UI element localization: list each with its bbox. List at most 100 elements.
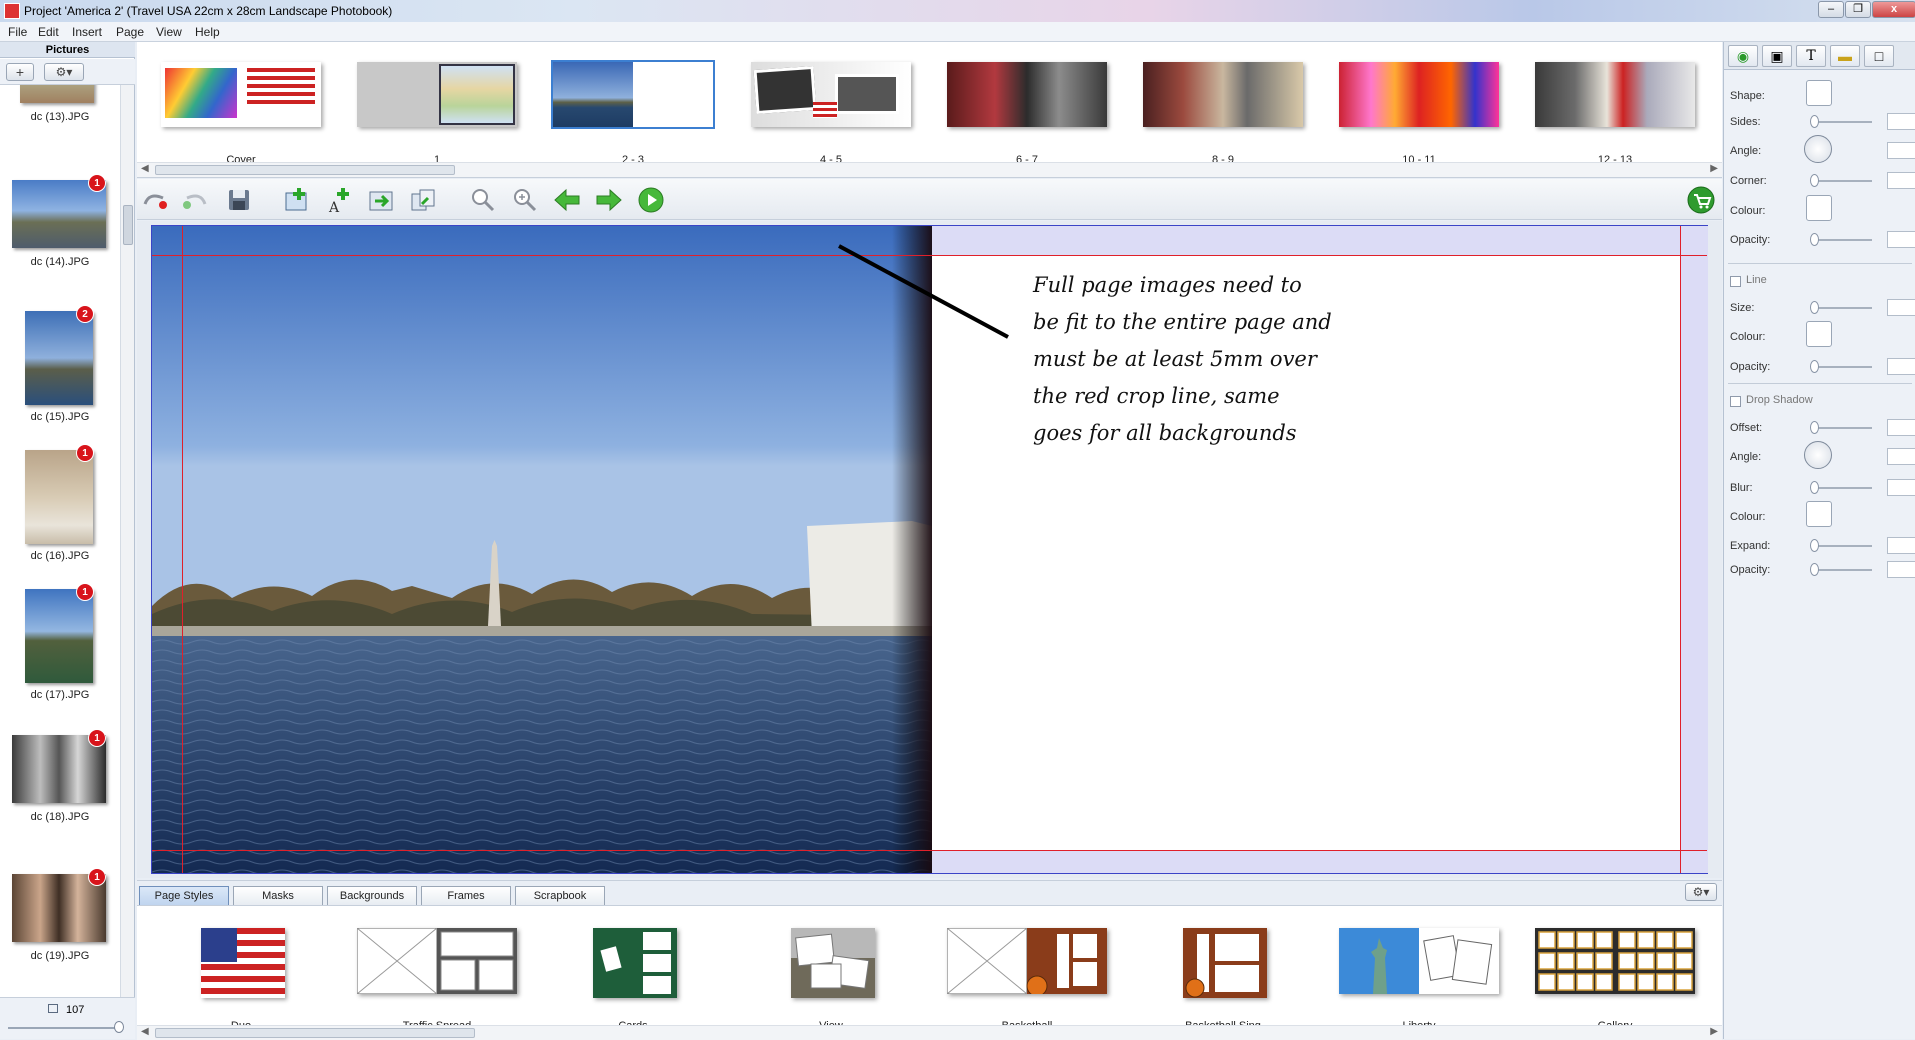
zoom-out-icon[interactable] <box>469 186 497 214</box>
style-basketball[interactable]: Basketball <box>947 926 1107 1032</box>
tab-scrapbook[interactable]: Scrapbook <box>515 886 605 906</box>
add-text-icon[interactable]: A <box>327 186 355 214</box>
style-thumbnail[interactable] <box>1339 928 1499 994</box>
shape-tab-icon[interactable]: ◉ <box>1728 45 1758 67</box>
shadow-offset-input[interactable] <box>1887 419 1915 436</box>
line-size-slider-knob[interactable] <box>1810 301 1819 314</box>
opacity-slider[interactable] <box>1812 239 1872 241</box>
menu-file[interactable]: File <box>8 25 27 39</box>
list-item[interactable]: 1 dc (19).JPG <box>0 868 120 984</box>
spread-2-3[interactable]: 2 - 3 <box>551 60 715 166</box>
zoom-in-icon[interactable] <box>511 186 539 214</box>
shadow-blur-input[interactable] <box>1887 479 1915 496</box>
angle-input[interactable] <box>1887 142 1915 159</box>
page-styles-scrollbar[interactable]: ◀ ▶ <box>137 1025 1722 1040</box>
pictures-scrollbar[interactable] <box>120 85 134 1015</box>
frame-tab-icon[interactable]: ▣ <box>1762 45 1792 67</box>
spread-cover[interactable]: Cover <box>161 62 321 166</box>
style-thumbnail[interactable] <box>1535 928 1695 994</box>
list-item[interactable]: dc (13).JPG <box>0 85 120 145</box>
shadow-opacity-slider[interactable] <box>1812 569 1872 571</box>
shadow-offset-slider[interactable] <box>1812 427 1872 429</box>
style-gallery[interactable]: Gallery <box>1535 926 1695 1032</box>
list-item[interactable]: 1 dc (16).JPG <box>0 444 120 562</box>
scroll-left-icon[interactable]: ◀ <box>141 1026 149 1037</box>
colour-swatch[interactable] <box>1806 195 1832 221</box>
spread-6-7[interactable]: 6 - 7 <box>947 62 1107 166</box>
shadow-expand-slider[interactable] <box>1812 545 1872 547</box>
style-view[interactable]: View <box>751 926 911 1032</box>
save-icon[interactable] <box>225 186 253 214</box>
shape-picker[interactable] <box>1806 80 1832 106</box>
list-item[interactable]: 2 dc (15).JPG <box>0 305 120 423</box>
spread-1[interactable]: 1 <box>357 62 517 166</box>
opacity-slider-knob[interactable] <box>1810 233 1819 246</box>
style-thumbnail[interactable] <box>201 928 285 998</box>
opacity-input[interactable] <box>1887 231 1915 248</box>
thumbnail-size-slider[interactable] <box>8 1027 120 1029</box>
next-page-icon[interactable] <box>595 186 623 214</box>
spread-8-9[interactable]: 8 - 9 <box>1143 62 1303 166</box>
page-tab-icon[interactable]: □ <box>1864 45 1894 67</box>
library-settings-button[interactable]: ⚙▾ <box>1685 883 1717 901</box>
scroll-right-icon[interactable]: ▶ <box>1710 1026 1718 1037</box>
corner-input[interactable] <box>1887 172 1915 189</box>
shadow-colour-swatch[interactable] <box>1806 501 1832 527</box>
menu-view[interactable]: View <box>156 25 182 39</box>
thumbnail-size-slider-knob[interactable] <box>114 1021 124 1033</box>
spread-4-5[interactable]: 4 - 5 <box>751 62 911 166</box>
add-picture-icon[interactable] <box>283 186 311 214</box>
line-checkbox[interactable] <box>1730 276 1741 287</box>
shadow-expand-input[interactable] <box>1887 537 1915 554</box>
text-tab-icon[interactable]: T <box>1796 45 1826 67</box>
style-liberty[interactable]: Liberty <box>1339 926 1499 1032</box>
spread-12-13[interactable]: 12 - 13 <box>1535 62 1695 166</box>
angle-dial[interactable] <box>1804 135 1832 163</box>
style-traffic-spread[interactable]: Traffic Spread <box>357 926 517 1032</box>
left-page-photo[interactable] <box>152 226 932 873</box>
style-thumbnail[interactable] <box>947 928 1107 994</box>
line-opacity-slider-knob[interactable] <box>1810 360 1819 373</box>
list-item[interactable]: 1 dc (17).JPG <box>0 583 120 701</box>
shadow-angle-input[interactable] <box>1887 448 1915 465</box>
menu-insert[interactable]: Insert <box>72 25 102 39</box>
minimize-button[interactable]: – <box>1818 1 1844 18</box>
style-duo[interactable]: Duo <box>161 926 321 1032</box>
shadow-blur-slider[interactable] <box>1812 487 1872 489</box>
menu-edit[interactable]: Edit <box>38 25 59 39</box>
style-thumbnail[interactable] <box>357 928 517 994</box>
tab-masks[interactable]: Masks <box>233 886 323 906</box>
scroll-left-icon[interactable]: ◀ <box>141 163 149 174</box>
shadow-opacity-input[interactable] <box>1887 561 1915 578</box>
line-size-slider[interactable] <box>1812 307 1872 309</box>
style-cards[interactable]: Cards <box>553 926 713 1032</box>
spread-10-11[interactable]: 10 - 11 <box>1339 62 1499 166</box>
undo-icon[interactable] <box>141 186 169 214</box>
tab-frames[interactable]: Frames <box>421 886 511 906</box>
line-opacity-input[interactable] <box>1887 358 1915 375</box>
list-item[interactable]: 1 dc (18).JPG <box>0 729 120 845</box>
corner-slider[interactable] <box>1812 180 1872 182</box>
shadow-angle-dial[interactable] <box>1804 441 1832 469</box>
menu-help[interactable]: Help <box>195 25 220 39</box>
previous-page-icon[interactable] <box>553 186 581 214</box>
picture-thumbnail[interactable] <box>20 85 94 103</box>
spread-thumbnail[interactable] <box>751 62 911 127</box>
shadow-blur-slider-knob[interactable] <box>1810 481 1819 494</box>
pictures-scrollbar-thumb[interactable] <box>123 205 133 245</box>
cart-icon[interactable] <box>1687 186 1715 214</box>
tab-page-styles[interactable]: Page Styles <box>139 886 229 906</box>
pictures-settings-button[interactable]: ⚙▾ <box>44 63 84 81</box>
line-colour-swatch[interactable] <box>1806 321 1832 347</box>
sides-input[interactable] <box>1887 113 1915 130</box>
spread-strip-scrollbar-thumb[interactable] <box>155 165 455 175</box>
close-button[interactable]: x <box>1872 1 1915 18</box>
preview-icon[interactable] <box>637 186 665 214</box>
page-canvas[interactable] <box>137 221 1722 878</box>
spread-thumbnail[interactable] <box>357 62 517 127</box>
picture-thumbnail[interactable] <box>25 589 93 683</box>
spread-thumbnail[interactable] <box>551 60 715 129</box>
spread-thumbnail[interactable] <box>161 62 321 127</box>
drop-shadow-checkbox[interactable] <box>1730 396 1741 407</box>
spread-strip-scrollbar[interactable]: ◀ ▶ <box>137 162 1722 177</box>
